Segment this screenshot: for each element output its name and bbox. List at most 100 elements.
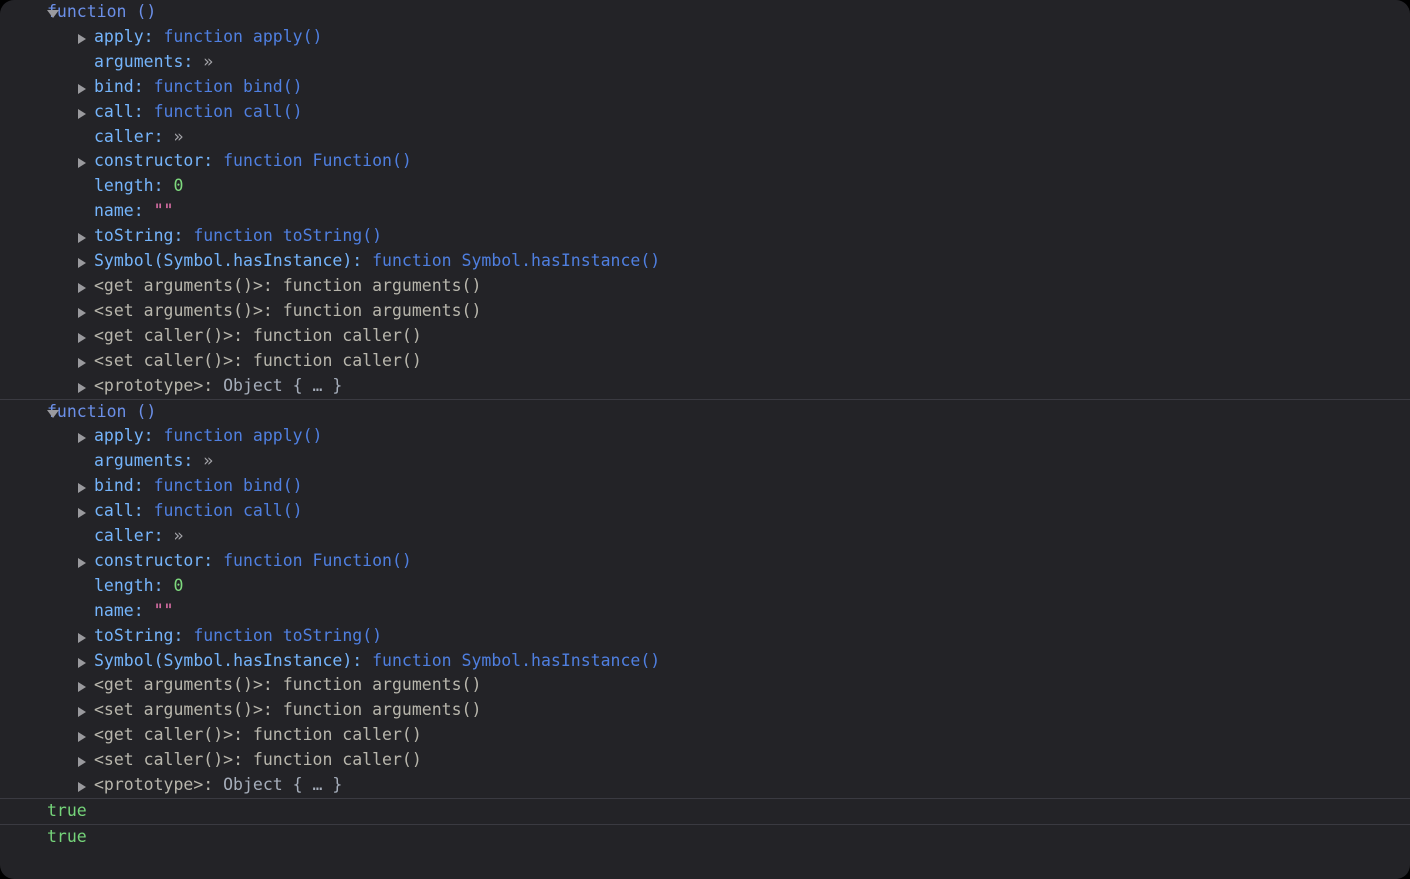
object-property-row[interactable]: apply: function apply() (0, 25, 1410, 50)
object-property-row[interactable]: <set arguments()>: function arguments() (0, 698, 1410, 723)
object-property-row[interactable]: <prototype>: Object { … } (0, 773, 1410, 798)
chevron-right-icon[interactable] (78, 108, 86, 119)
boolean-value: true (47, 801, 87, 820)
expand-more-icon[interactable]: » (203, 451, 213, 470)
expand-more-icon[interactable]: » (203, 52, 213, 71)
property-name: <set caller()> (94, 750, 234, 770)
property-separator: : (153, 575, 164, 595)
object-property-row[interactable]: arguments: » (0, 449, 1410, 474)
chevron-right-icon[interactable] (78, 233, 86, 244)
chevron-right-icon[interactable] (78, 158, 86, 169)
object-property-row[interactable]: call: function call() (0, 100, 1410, 125)
object-property-row[interactable]: bind: function bind() (0, 75, 1410, 100)
property-value: function Symbol.hasInstance() (372, 251, 661, 271)
property-name: apply (94, 426, 144, 446)
object-property-row[interactable]: toString: function toString() (0, 624, 1410, 649)
console-message[interactable]: function () apply: function apply() argumen… (0, 400, 1410, 799)
object-property-row[interactable]: <prototype>: Object { … } (0, 374, 1410, 399)
object-property-row[interactable]: length: 0 (0, 574, 1410, 599)
chevron-right-icon[interactable] (78, 483, 86, 494)
object-property-row[interactable]: arguments: » (0, 50, 1410, 75)
chevron-right-icon[interactable] (78, 33, 86, 44)
object-header-label: function () (47, 401, 157, 421)
object-property-row[interactable]: name: "" (0, 599, 1410, 624)
property-value: function caller() (252, 325, 422, 345)
object-property-row[interactable]: <get caller()>: function caller() (0, 723, 1410, 748)
chevron-right-icon[interactable] (78, 282, 86, 293)
chevron-right-icon[interactable] (78, 557, 86, 568)
chevron-right-icon[interactable] (78, 83, 86, 94)
property-separator: : (262, 700, 273, 720)
property-separator: : (153, 176, 164, 196)
object-property-row[interactable]: caller: » (0, 125, 1410, 150)
chevron-down-icon[interactable] (47, 10, 59, 18)
object-property-row[interactable]: constructor: function Function() (0, 149, 1410, 174)
object-property-row[interactable]: <get caller()>: function caller() (0, 324, 1410, 349)
property-separator: : (233, 350, 244, 370)
object-property-row[interactable]: call: function call() (0, 499, 1410, 524)
chevron-right-icon[interactable] (78, 732, 86, 743)
chevron-right-icon[interactable] (78, 382, 86, 393)
console-message-list: function () apply: function apply() argumen… (0, 0, 1410, 850)
property-name: call (94, 501, 134, 521)
chevron-right-icon[interactable] (78, 757, 86, 768)
chevron-right-icon[interactable] (78, 357, 86, 368)
property-separator: : (262, 675, 273, 695)
console-message[interactable]: true (0, 825, 1410, 850)
object-property-row[interactable]: <set caller()>: function caller() (0, 748, 1410, 773)
object-property-row[interactable]: name: "" (0, 199, 1410, 224)
property-value: "" (153, 600, 174, 620)
console-message[interactable]: function () apply: function apply() argumen… (0, 0, 1410, 400)
object-property-row[interactable]: <set arguments()>: function arguments() (0, 299, 1410, 324)
boolean-result-row[interactable]: true (0, 799, 1410, 824)
object-property-row[interactable]: Symbol(Symbol.hasInstance): function Symb… (0, 249, 1410, 274)
chevron-down-icon[interactable] (47, 409, 59, 418)
property-value: function arguments() (282, 300, 482, 320)
expand-more-icon[interactable]: » (173, 526, 183, 545)
property-separator: : (133, 101, 144, 121)
property-name: length (94, 575, 154, 595)
console-output-panel: function () apply: function apply() argumen… (0, 0, 1410, 879)
property-name: constructor (94, 550, 204, 570)
object-property-row[interactable]: apply: function apply() (0, 424, 1410, 449)
object-property-row[interactable]: <set caller()>: function caller() (0, 349, 1410, 374)
property-name: toString (94, 226, 174, 246)
chevron-right-icon[interactable] (78, 707, 86, 718)
chevron-right-icon[interactable] (78, 782, 86, 793)
chevron-right-icon[interactable] (78, 258, 86, 269)
property-separator: : (153, 526, 164, 546)
property-name: <prototype> (94, 375, 204, 395)
chevron-right-icon[interactable] (78, 332, 86, 343)
property-separator: : (143, 426, 154, 446)
property-separator: : (352, 650, 363, 670)
object-property-row[interactable]: bind: function bind() (0, 474, 1410, 499)
boolean-result-row[interactable]: true (0, 825, 1410, 850)
property-separator: : (173, 625, 184, 645)
console-message[interactable]: true (0, 799, 1410, 825)
object-inspector-header[interactable]: function () (0, 400, 1410, 425)
object-property-row[interactable]: length: 0 (0, 174, 1410, 199)
property-value: function toString() (193, 226, 383, 246)
property-value: function caller() (252, 750, 422, 770)
object-property-row[interactable]: toString: function toString() (0, 224, 1410, 249)
chevron-right-icon[interactable] (78, 682, 86, 693)
object-property-row[interactable]: <get arguments()>: function arguments() (0, 274, 1410, 299)
chevron-right-icon[interactable] (78, 433, 86, 444)
property-name: toString (94, 625, 174, 645)
property-value: function arguments() (282, 675, 482, 695)
object-property-row[interactable]: Symbol(Symbol.hasInstance): function Symb… (0, 649, 1410, 674)
property-separator: : (203, 775, 214, 795)
property-name: <get arguments()> (94, 275, 263, 295)
chevron-right-icon[interactable] (78, 508, 86, 519)
object-property-row[interactable]: <get arguments()>: function arguments() (0, 673, 1410, 698)
property-separator: : (262, 300, 273, 320)
object-header-label: function () (47, 2, 157, 21)
object-inspector-header[interactable]: function () (0, 0, 1410, 25)
object-property-row[interactable]: constructor: function Function() (0, 549, 1410, 574)
chevron-right-icon[interactable] (78, 657, 86, 668)
property-name: caller (94, 126, 154, 146)
object-property-row[interactable]: caller: » (0, 524, 1410, 549)
expand-more-icon[interactable]: » (173, 127, 183, 146)
chevron-right-icon[interactable] (78, 632, 86, 643)
chevron-right-icon[interactable] (78, 307, 86, 318)
